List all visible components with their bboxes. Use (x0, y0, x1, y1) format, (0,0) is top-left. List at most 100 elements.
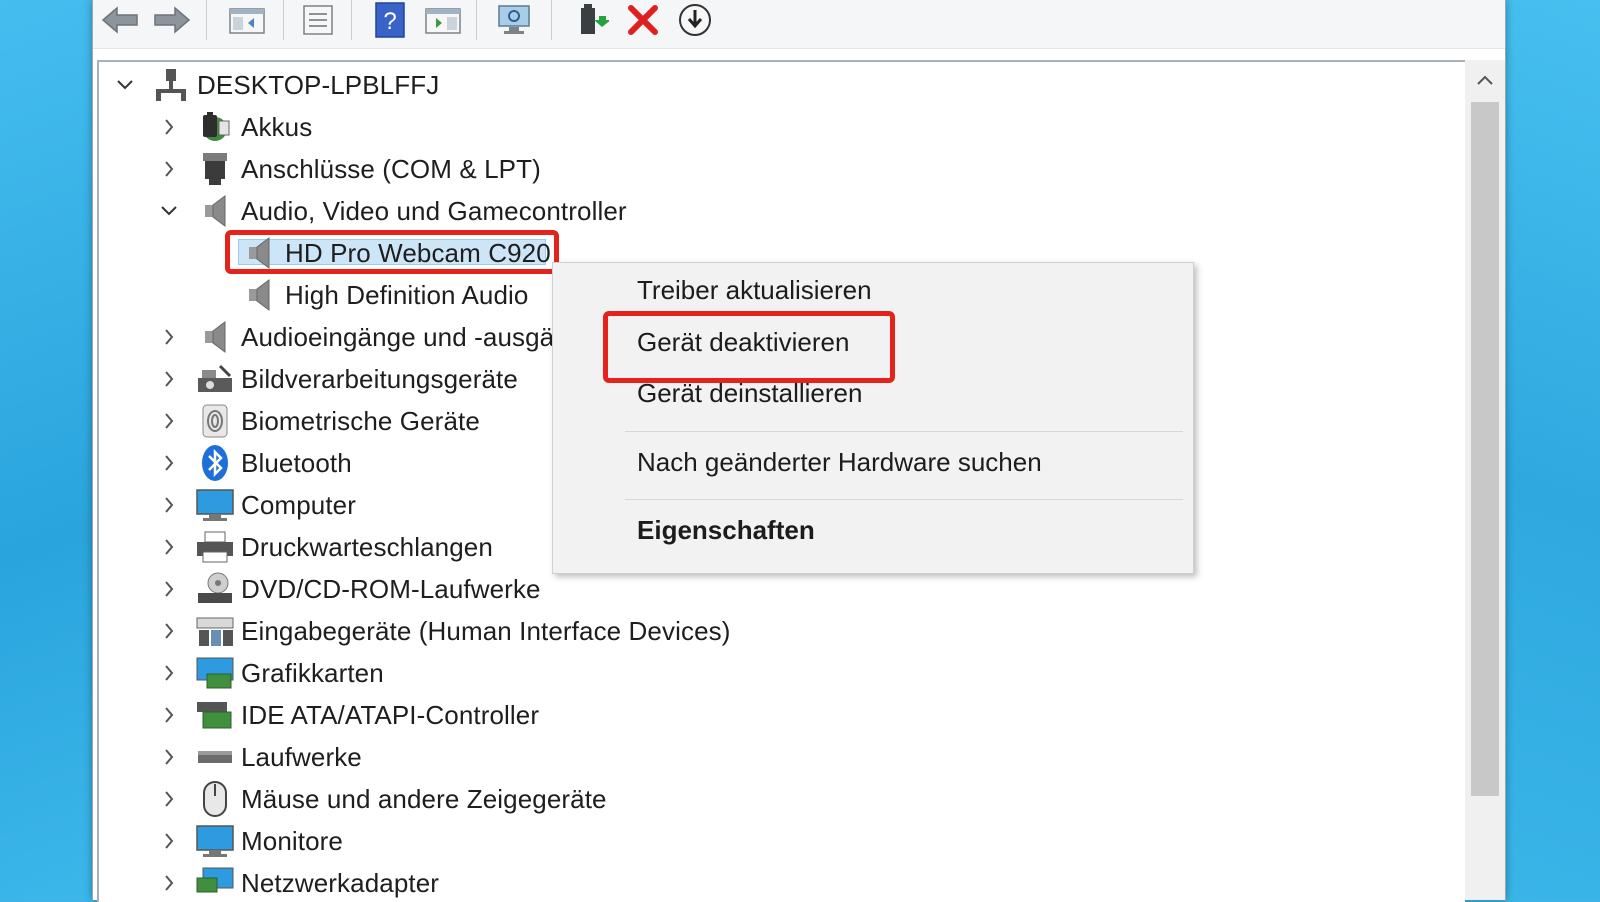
tree-item-label: Akkus (241, 111, 313, 142)
chevron-right-icon[interactable] (157, 871, 181, 895)
chevron-right-icon[interactable] (157, 787, 181, 811)
tree-item-monitors[interactable]: Monitore (157, 820, 343, 862)
update-driver-icon[interactable] (571, 2, 611, 38)
chevron-right-icon[interactable] (157, 157, 181, 181)
desktop-background-left (0, 0, 92, 900)
forward-arrow-icon[interactable] (151, 2, 191, 38)
tree-item-label: HD Pro Webcam C920 (285, 237, 551, 268)
tree-item-label: High Definition Audio (285, 279, 529, 310)
uninstall-device-icon[interactable] (623, 2, 663, 38)
tree-item-label: DVD/CD-ROM-Laufwerke (241, 573, 541, 604)
chevron-right-icon[interactable] (157, 661, 181, 685)
monitor-icon (195, 821, 235, 861)
bluetooth-icon (195, 443, 235, 483)
scan-hardware-icon[interactable] (495, 2, 535, 38)
menu-separator (625, 431, 1183, 432)
chevron-right-icon[interactable] (157, 451, 181, 475)
chevron-right-icon[interactable] (157, 703, 181, 727)
back-arrow-icon[interactable] (101, 2, 141, 38)
tree-item-label: Monitore (241, 825, 343, 856)
chevron-right-icon[interactable] (157, 745, 181, 769)
menu-item-disable-device[interactable]: Gerät deaktivieren (637, 327, 849, 358)
chevron-right-icon[interactable] (157, 115, 181, 139)
help-icon[interactable]: ? (370, 2, 410, 38)
scroll-thumb[interactable] (1471, 102, 1499, 796)
menu-item-properties[interactable]: Eigenschaften (637, 515, 815, 546)
tree-item-mice[interactable]: Mäuse und andere Zeigegeräte (157, 778, 607, 820)
tree-root[interactable]: DESKTOP-LPBLFFJ (113, 64, 439, 106)
tree-item-drives[interactable]: Laufwerke (157, 736, 362, 778)
chevron-right-icon[interactable] (157, 493, 181, 517)
tree-item-audio-io[interactable]: Audioeingänge und -ausgänge (157, 316, 598, 358)
desktop-background-right (1504, 0, 1600, 900)
tree-item-label: Netzwerkadapter (241, 867, 440, 898)
fingerprint-icon (195, 401, 235, 441)
tree-item-biometric[interactable]: Biometrische Geräte (157, 400, 480, 442)
tree-root-label: DESKTOP-LPBLFFJ (197, 69, 440, 100)
drive-icon (195, 737, 235, 777)
battery-icon (195, 107, 235, 147)
chevron-right-icon[interactable] (157, 409, 181, 433)
chevron-right-icon[interactable] (157, 577, 181, 601)
hid-icon (195, 611, 235, 651)
monitor-icon (195, 485, 235, 525)
menu-item-uninstall-device[interactable]: Gerät deinstallieren (637, 378, 862, 409)
tree-item-label: Biometrische Geräte (241, 405, 480, 436)
tree-item-graphics[interactable]: Grafikkarten (157, 652, 384, 694)
tree-item-akkus[interactable]: Akkus (157, 106, 312, 148)
tree-item-label: Computer (241, 489, 356, 520)
chevron-right-icon[interactable] (157, 325, 181, 349)
tree-item-label: Bluetooth (241, 447, 352, 478)
mouse-icon (195, 779, 235, 819)
speaker-icon (195, 191, 235, 231)
menu-separator (625, 499, 1183, 500)
show-action-pane-icon[interactable] (423, 2, 463, 38)
tree-item-ports[interactable]: Anschlüsse (COM & LPT) (157, 148, 541, 190)
tree-item-computer[interactable]: Computer (157, 484, 356, 526)
tree-item-label: IDE ATA/ATAPI-Controller (241, 699, 540, 730)
disc-drive-icon (195, 569, 235, 609)
chevron-down-icon[interactable] (113, 73, 137, 97)
chevron-right-icon[interactable] (157, 535, 181, 559)
tree-item-label: Audioeingänge und -ausgänge (241, 321, 598, 352)
svg-text:?: ? (383, 8, 396, 35)
tree-item-label: Anschlüsse (COM & LPT) (241, 153, 541, 184)
tree-item-label: Grafikkarten (241, 657, 384, 688)
tree-item-hid[interactable]: Eingabegeräte (Human Interface Devices) (157, 610, 730, 652)
controller-icon (195, 695, 235, 735)
properties-icon[interactable] (298, 2, 338, 38)
tree-item-hd-audio[interactable]: High Definition Audio (239, 274, 528, 316)
display-adapter-icon (195, 653, 235, 693)
tree-item-label: Audio, Video und Gamecontroller (241, 195, 627, 226)
tree-item-bluetooth[interactable]: Bluetooth (157, 442, 352, 484)
tree-item-dvd[interactable]: DVD/CD-ROM-Laufwerke (157, 568, 541, 610)
speaker-icon (239, 275, 279, 315)
tree-item-ide[interactable]: IDE ATA/ATAPI-Controller (157, 694, 539, 736)
tree-item-network[interactable]: Netzwerkadapter (157, 862, 439, 902)
menu-item-update-driver[interactable]: Treiber aktualisieren (637, 275, 872, 306)
tree-item-label: Mäuse und andere Zeigegeräte (241, 783, 607, 814)
tree-item-label: Eingabegeräte (Human Interface Devices) (241, 615, 731, 646)
tree-item-webcam[interactable]: HD Pro Webcam C920 (239, 232, 551, 274)
tree-item-label: Bildverarbeitungsgeräte (241, 363, 518, 394)
chevron-down-icon[interactable] (157, 199, 181, 223)
tree-item-print-queues[interactable]: Druckwarteschlangen (157, 526, 493, 568)
chevron-right-icon[interactable] (157, 367, 181, 391)
network-icon (195, 863, 235, 902)
show-hide-console-tree-icon[interactable] (227, 2, 267, 38)
chevron-right-icon[interactable] (157, 829, 181, 853)
camera-icon (195, 359, 235, 399)
printer-icon (195, 527, 235, 567)
context-menu: Treiber aktualisieren Gerät deaktivieren… (552, 262, 1194, 574)
computer-tree-root-icon (151, 65, 191, 105)
menu-item-scan-hardware[interactable]: Nach geänderter Hardware suchen (637, 447, 1042, 478)
chevron-right-icon[interactable] (157, 619, 181, 643)
disable-device-icon[interactable] (675, 2, 715, 38)
tree-item-label: Laufwerke (241, 741, 362, 772)
tree-item-imaging[interactable]: Bildverarbeitungsgeräte (157, 358, 518, 400)
tree-item-audio-video[interactable]: Audio, Video und Gamecontroller (157, 190, 627, 232)
port-icon (195, 149, 235, 189)
scroll-up-icon[interactable] (1465, 60, 1505, 100)
vertical-scrollbar[interactable] (1465, 60, 1505, 900)
toolbar: ? (93, 0, 1505, 49)
